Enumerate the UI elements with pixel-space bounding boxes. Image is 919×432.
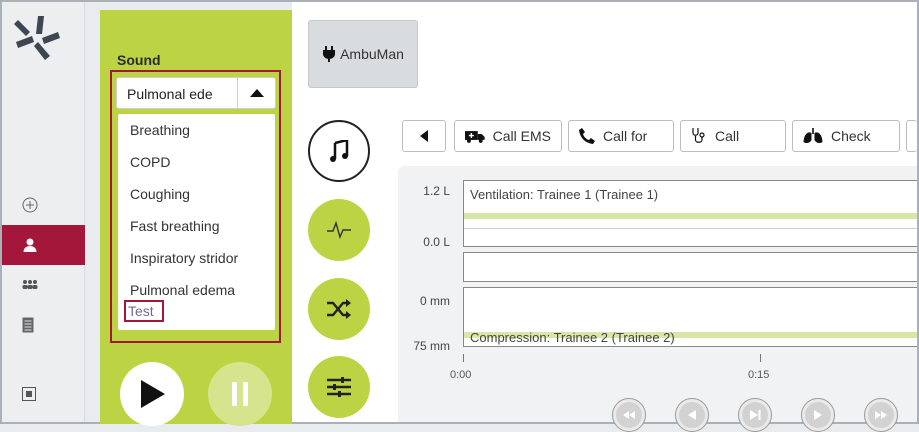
heartbeat-icon <box>327 221 351 239</box>
ambuman-button[interactable]: AmbuMan <box>308 20 418 88</box>
sound-panel-title: Sound <box>117 52 161 68</box>
call-for-label: Call for <box>603 128 648 144</box>
sound-option[interactable]: Breathing <box>130 122 190 138</box>
user-icon <box>23 238 37 252</box>
caret-up-icon <box>249 89 264 97</box>
logs-button[interactable] <box>2 305 85 345</box>
settings-sliders-button[interactable] <box>308 356 370 418</box>
sliders-icon <box>327 377 351 397</box>
app-logo-icon <box>14 16 60 60</box>
sound-option[interactable]: COPD <box>130 154 170 170</box>
event-track <box>463 252 917 282</box>
stethoscope-icon <box>692 128 705 143</box>
time-tick-line <box>760 354 761 362</box>
save-icon <box>22 387 36 401</box>
compression-track: Compression: Trainee 2 (Trainee 2) <box>463 287 917 347</box>
sound-option[interactable]: Fast breathing <box>130 218 220 234</box>
time-tick-line <box>463 354 464 362</box>
sound-mode-button[interactable] <box>308 120 370 182</box>
pause-icon <box>232 382 248 406</box>
sound-option[interactable]: Pulmonal edema <box>130 282 235 298</box>
toolbar-prev-button[interactable] <box>402 120 446 152</box>
caret-left-icon <box>420 130 428 142</box>
play-forward-button[interactable] <box>801 398 835 432</box>
single-user-button[interactable] <box>2 225 85 265</box>
time-tick-label: 0:00 <box>450 369 472 381</box>
left-rail <box>2 2 85 422</box>
main-area: AmbuMan Call EMS Call for Call Check 1.2… <box>292 2 917 432</box>
ambuman-label: AmbuMan <box>340 46 404 62</box>
add-button[interactable] <box>2 185 85 225</box>
step-back-button[interactable] <box>675 398 709 432</box>
fast-forward-button[interactable] <box>864 398 898 432</box>
save-button[interactable] <box>2 374 85 414</box>
ventilation-green-band <box>464 213 917 219</box>
play-button[interactable] <box>120 362 184 426</box>
check-button[interactable]: Check <box>792 120 900 152</box>
sound-options-list: Breathing COPD Coughing Fast breathing I… <box>118 114 275 330</box>
lungs-icon <box>803 128 823 144</box>
call-button[interactable]: Call <box>680 120 786 152</box>
ambulance-icon <box>465 131 485 143</box>
toolbar-next-button[interactable] <box>906 120 917 152</box>
ventilation-mid-line <box>464 228 917 229</box>
sound-panel: Sound Pulmonal ede Breathing COPD Coughi… <box>100 10 292 426</box>
music-note-icon <box>330 140 349 162</box>
rewind-icon <box>623 411 635 419</box>
dropdown-toggle-button[interactable] <box>237 78 275 108</box>
time-tick-label: 0:15 <box>748 369 770 381</box>
check-label: Check <box>831 128 871 144</box>
sound-select[interactable]: Pulmonal ede <box>116 77 276 109</box>
rewind-button[interactable] <box>612 398 646 432</box>
phone-icon <box>579 128 595 144</box>
compression-track-label: Compression: Trainee 2 (Trainee 2) <box>470 330 675 345</box>
ventilation-min-label: 0.0 L <box>423 235 450 249</box>
plug-icon <box>323 46 336 62</box>
call-label: Call <box>715 128 740 144</box>
pause-button[interactable] <box>208 362 272 426</box>
group-icon <box>22 280 38 289</box>
sound-option[interactable]: Inspiratory stridor <box>130 250 238 266</box>
group-users-button[interactable] <box>2 265 85 305</box>
ventilation-track-label: Ventilation: Trainee 1 (Trainee 1) <box>470 187 659 202</box>
step-back-icon <box>688 410 696 420</box>
sound-option-test[interactable]: Test <box>124 300 164 322</box>
ventilation-max-label: 1.2 L <box>423 184 450 198</box>
call-ems-label: Call EMS <box>492 128 551 144</box>
play-icon <box>141 380 165 408</box>
plus-circle-icon <box>22 197 38 213</box>
sound-select-value: Pulmonal ede <box>127 86 213 102</box>
vitals-button[interactable] <box>308 199 370 261</box>
fast-forward-icon <box>875 411 887 419</box>
document-list-icon <box>22 317 34 333</box>
shuffle-icon <box>327 299 351 319</box>
ventilation-track: Ventilation: Trainee 1 (Trainee 1) <box>463 180 917 247</box>
shuffle-button[interactable] <box>308 278 370 340</box>
performance-chart: 1.2 L 0.0 L Ventilation: Trainee 1 (Trai… <box>398 166 917 432</box>
skip-next-button[interactable] <box>738 398 772 432</box>
skip-next-icon <box>749 410 760 420</box>
call-ems-button[interactable]: Call EMS <box>454 120 562 152</box>
sound-option[interactable]: Coughing <box>130 186 190 202</box>
call-for-button[interactable]: Call for <box>568 120 674 152</box>
play-forward-icon <box>814 410 822 420</box>
compression-bottom-label: 75 mm <box>413 339 450 353</box>
compression-top-label: 0 mm <box>420 294 450 308</box>
